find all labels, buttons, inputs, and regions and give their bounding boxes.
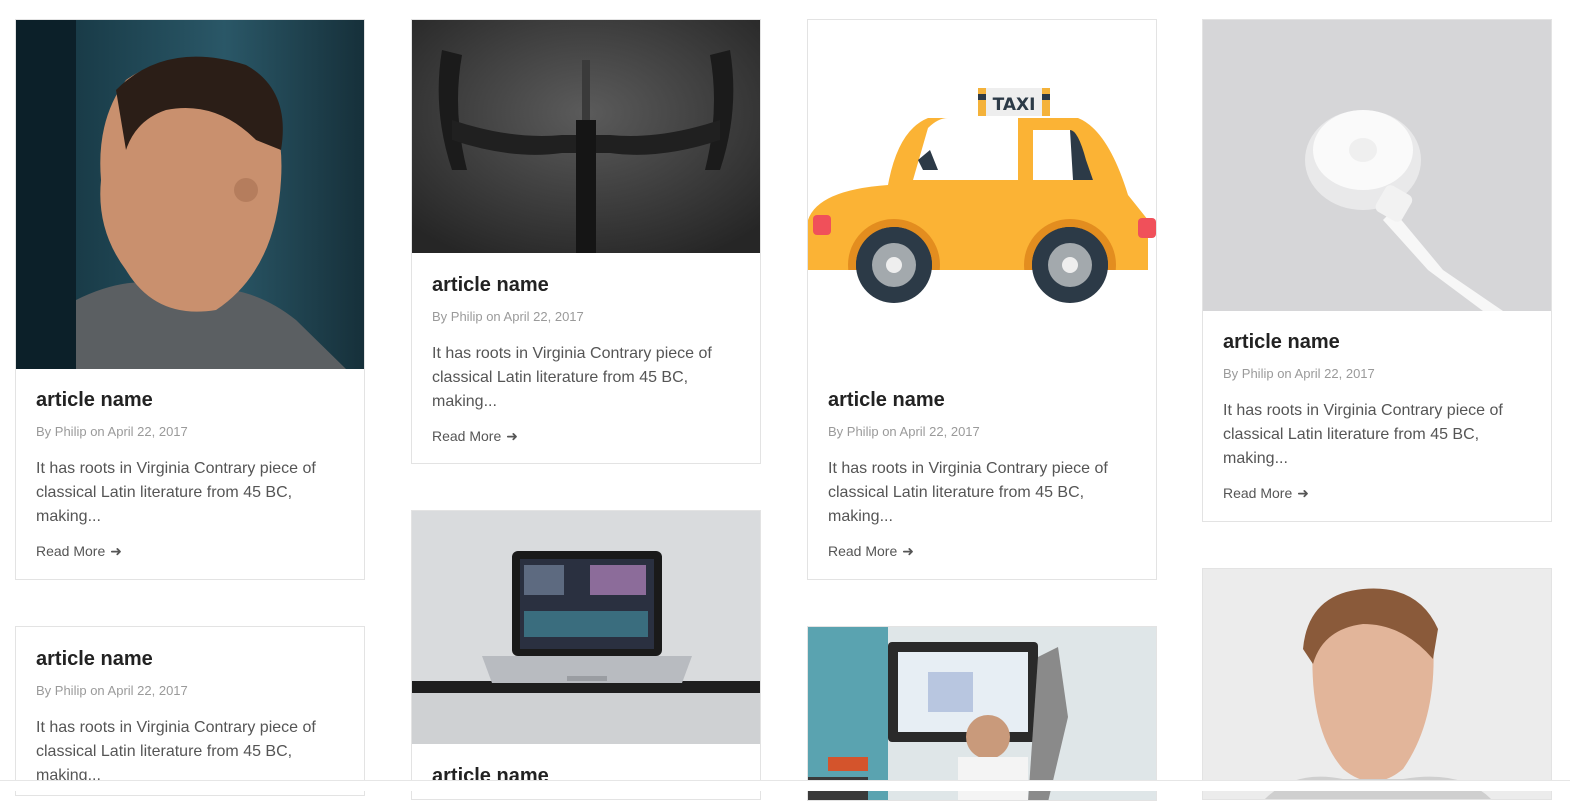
- article-image-man-portrait[interactable]: [16, 20, 364, 369]
- read-more-label: Read More: [828, 543, 898, 559]
- read-more-label: Read More: [1223, 485, 1293, 501]
- read-more-link[interactable]: Read More ➜: [828, 543, 914, 559]
- read-more-link[interactable]: Read More ➜: [432, 428, 518, 444]
- article-meta: By Philip on April 22, 2017: [1223, 366, 1375, 381]
- article-title[interactable]: article name: [432, 273, 740, 297]
- arrow-right-icon: ➜: [506, 428, 518, 444]
- article-card: article name By Philip on April 22, 2017…: [15, 626, 365, 796]
- page-bottom-divider: [0, 780, 1584, 791]
- article-meta: By Philip on April 22, 2017: [36, 424, 188, 439]
- read-more-label: Read More: [432, 428, 502, 444]
- article-image-watch-charger[interactable]: [1203, 20, 1551, 311]
- article-excerpt: It has roots in Virginia Contrary piece …: [36, 719, 316, 784]
- article-title[interactable]: article name: [36, 388, 344, 412]
- article-card: TAXI article name By Philip on April 22,…: [807, 19, 1157, 580]
- article-card: article name By Philip on April 22, 2017…: [1202, 19, 1552, 522]
- article-card: [1202, 568, 1552, 800]
- article-image-office-worker[interactable]: SC: [808, 627, 1156, 800]
- read-more-link[interactable]: Read More ➜: [36, 543, 122, 559]
- article-card: article name: [411, 510, 761, 800]
- article-image-laptop-on-shelf[interactable]: [412, 511, 760, 744]
- article-image-young-man-portrait[interactable]: [1203, 569, 1551, 799]
- article-title[interactable]: article name: [36, 647, 344, 671]
- article-image-bicycle-handlebar[interactable]: [412, 20, 760, 253]
- arrow-right-icon: ➜: [902, 543, 914, 559]
- read-more-link[interactable]: Read More ➜: [1223, 485, 1309, 501]
- article-excerpt: It has roots in Virginia Contrary piece …: [828, 460, 1108, 525]
- article-image-taxi-illustration[interactable]: TAXI: [808, 20, 1156, 369]
- article-excerpt: It has roots in Virginia Contrary piece …: [36, 460, 316, 525]
- article-meta: By Philip on April 22, 2017: [828, 424, 980, 439]
- article-excerpt: It has roots in Virginia Contrary piece …: [1223, 402, 1503, 467]
- article-card: article name By Philip on April 22, 2017…: [15, 19, 365, 580]
- arrow-right-icon: ➜: [1297, 485, 1309, 501]
- article-title[interactable]: article name: [828, 388, 1136, 412]
- read-more-label: Read More: [36, 543, 106, 559]
- article-meta: By Philip on April 22, 2017: [432, 309, 584, 324]
- article-card: article name By Philip on April 22, 2017…: [411, 19, 761, 464]
- page-edge: [1570, 0, 1584, 790]
- taxi-sign-text: TAXI: [993, 95, 1036, 115]
- article-excerpt: It has roots in Virginia Contrary piece …: [432, 345, 712, 410]
- arrow-right-icon: ➜: [110, 543, 122, 559]
- article-title[interactable]: article name: [1223, 330, 1531, 354]
- article-meta: By Philip on April 22, 2017: [36, 683, 188, 698]
- article-card: SC: [807, 626, 1157, 801]
